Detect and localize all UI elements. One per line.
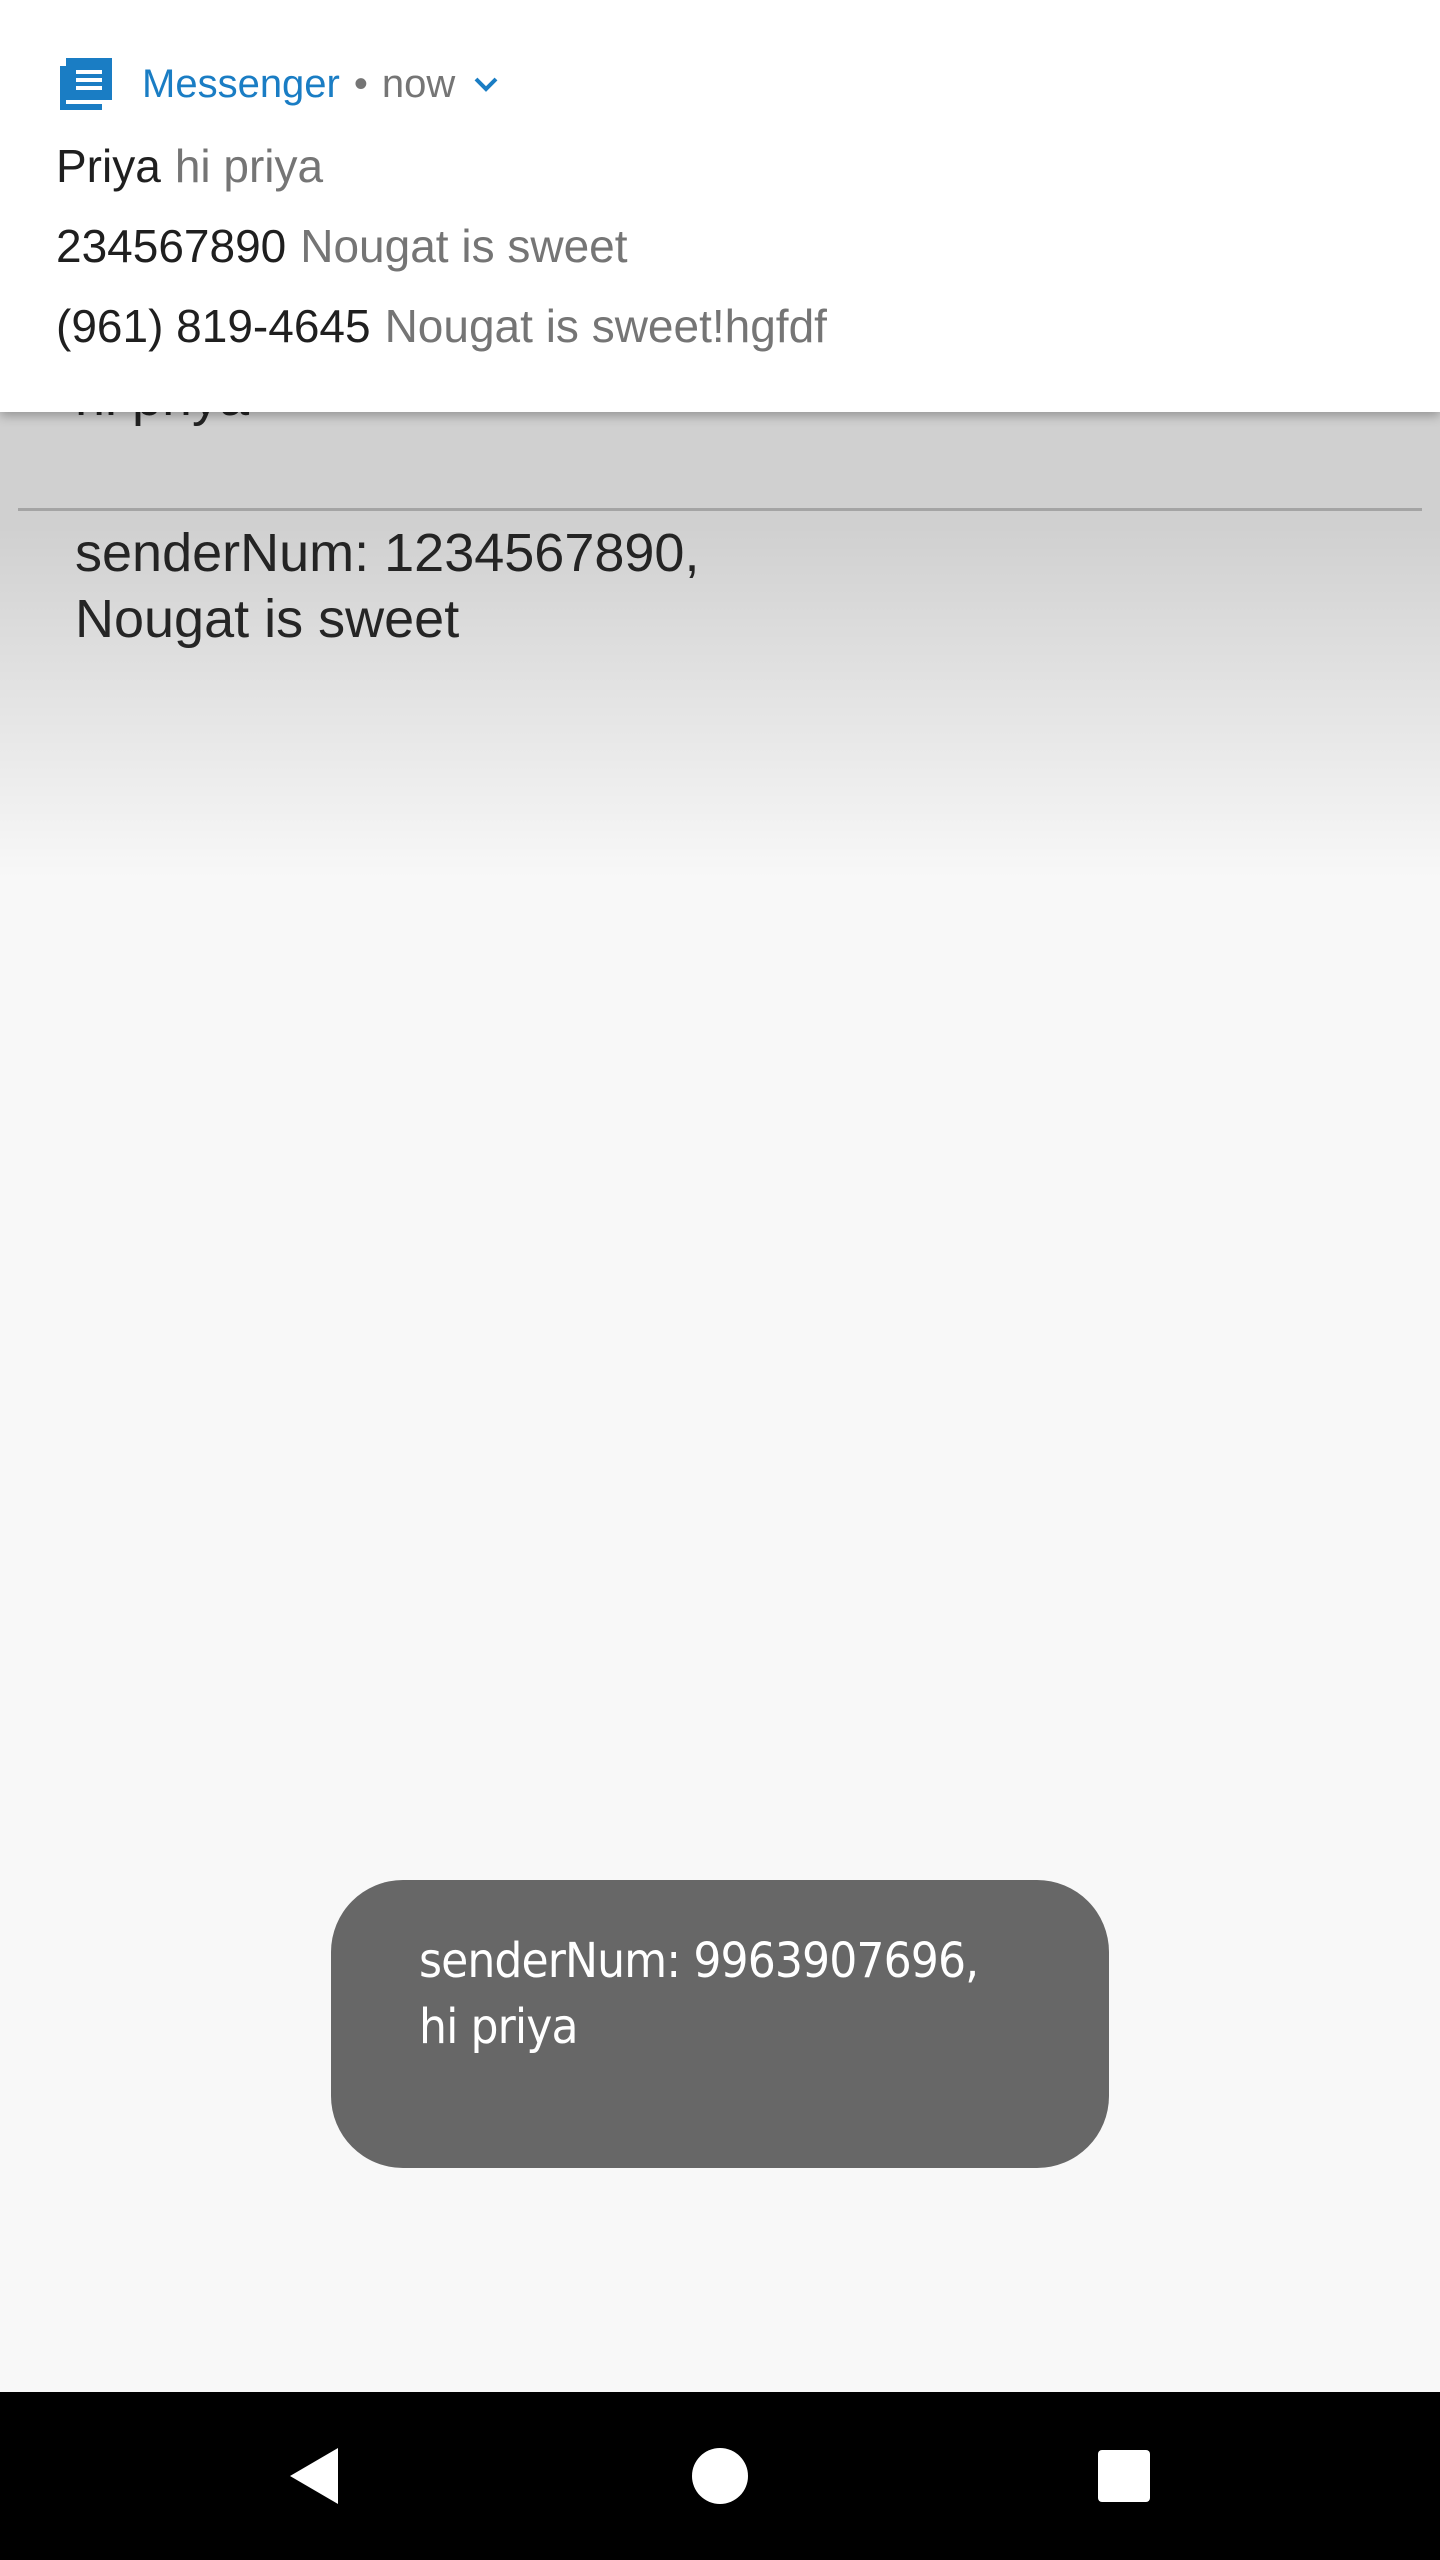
- back-triangle-icon: [290, 2448, 338, 2504]
- home-circle-icon: [692, 2448, 748, 2504]
- home-button[interactable]: [678, 2434, 762, 2518]
- message-preview: Nougat is sweet!hgfdf: [384, 300, 827, 352]
- notification-message-row: Priya hi priya: [56, 136, 323, 196]
- notification-header[interactable]: Messenger • now: [60, 52, 501, 116]
- back-button[interactable]: [274, 2434, 358, 2518]
- recents-button[interactable]: [1082, 2434, 1166, 2518]
- notification-message-row: (961) 819-4645 Nougat is sweet!hgfdf: [56, 296, 827, 356]
- notification-time: now: [381, 61, 456, 106]
- message-sender: (961) 819-4645: [56, 300, 371, 352]
- message-sender: Priya: [56, 140, 161, 192]
- navigation-bar: [0, 2392, 1440, 2560]
- notification-message-row: 234567890 Nougat is sweet: [56, 216, 628, 276]
- message-divider: [18, 508, 1422, 511]
- message-sender: 234567890: [56, 220, 287, 272]
- messenger-notification[interactable]: Messenger • now Priya hi priya 234567890 N…: [0, 0, 1440, 412]
- message-preview: Nougat is sweet: [300, 220, 628, 272]
- received-message: senderNum: 1234567890, Nougat is sweet: [75, 523, 700, 649]
- toast-text: senderNum: 9963907696, hi priya: [419, 1933, 979, 2055]
- messenger-app-icon: [60, 56, 114, 112]
- app-name: Messenger: [142, 61, 340, 106]
- toast-message: senderNum: 9963907696, hi priya: [331, 1880, 1109, 2168]
- header-separator: •: [353, 61, 368, 106]
- chevron-down-icon[interactable]: [471, 69, 501, 99]
- recents-square-icon: [1098, 2450, 1150, 2502]
- message-preview: hi priya: [174, 140, 324, 192]
